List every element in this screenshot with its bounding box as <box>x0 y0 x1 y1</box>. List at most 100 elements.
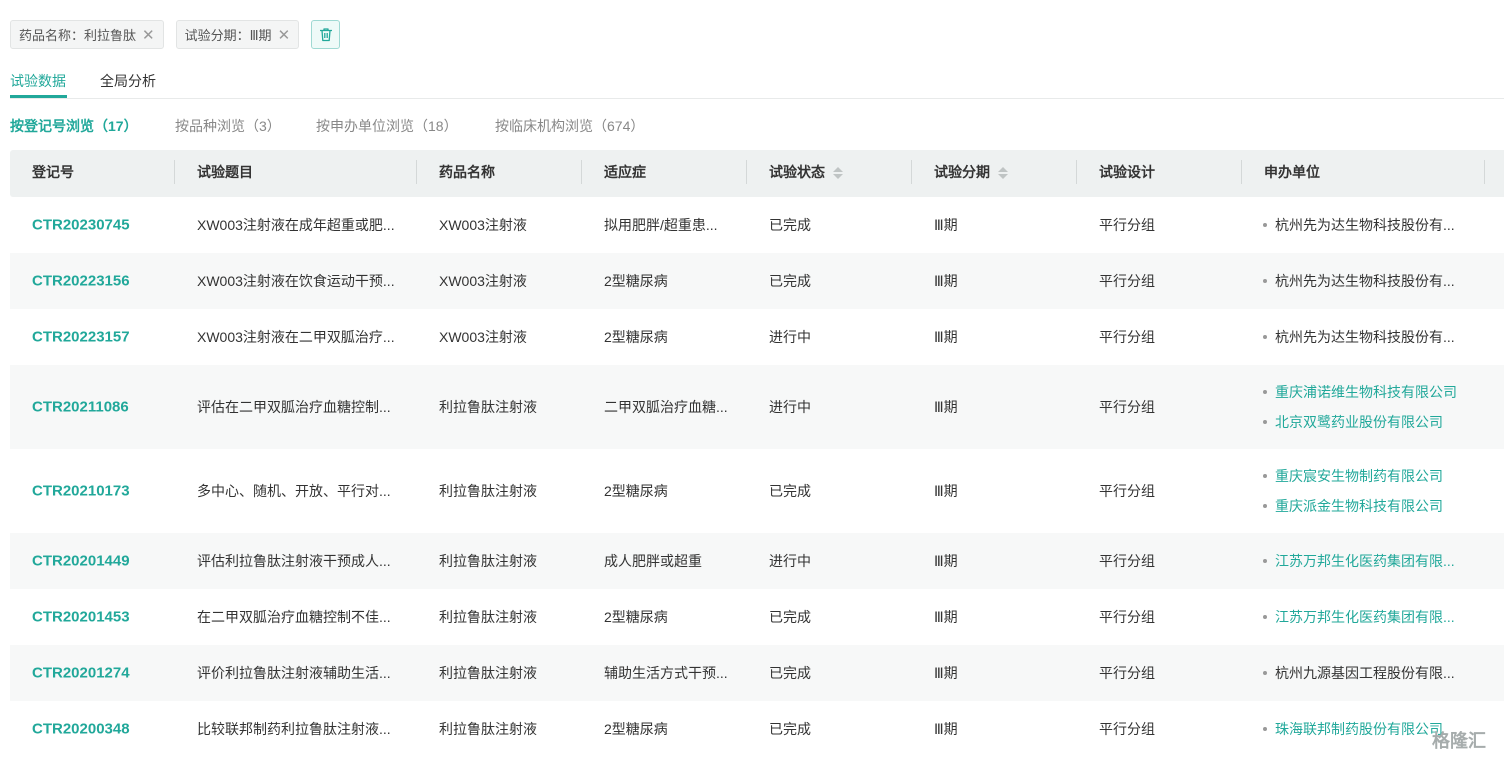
cell-indication: 2型糖尿病 <box>604 329 668 345</box>
filter-chip-label: 试验分期：Ⅲ期 <box>184 28 272 43</box>
header-drug: 药品名称 <box>439 164 495 180</box>
filter-bar: 药品名称：利拉鲁肽 ✕ 试验分期：Ⅲ期 ✕ <box>10 20 341 49</box>
cell-sponsors: 珠海联邦制药股份有限公司 <box>1263 719 1443 739</box>
cell-design: 平行分组 <box>1099 609 1155 625</box>
cell-drug: 利拉鲁肽注射液 <box>439 399 537 415</box>
cell-status: 进行中 <box>769 399 811 415</box>
cell-title: 比较联邦制药利拉鲁肽注射液... <box>197 721 391 737</box>
cell-reg-no-link[interactable]: CTR20201449 <box>32 553 130 570</box>
cell-indication: 拟用肥胖/超重患... <box>604 217 718 233</box>
cell-drug: 利拉鲁肽注射液 <box>439 665 537 681</box>
cell-design: 平行分组 <box>1099 273 1155 289</box>
cell-indication: 2型糖尿病 <box>604 273 668 289</box>
header-reg-no: 登记号 <box>32 164 74 180</box>
cell-sponsors: 杭州九源基因工程股份有限... <box>1263 663 1455 683</box>
cell-status: 已完成 <box>769 609 811 625</box>
cell-reg-no-link[interactable]: CTR20200348 <box>32 721 130 738</box>
subtab-by-sponsor[interactable]: 按申办单位浏览（18） <box>316 116 458 136</box>
cell-phase: Ⅲ期 <box>934 217 958 233</box>
table-row[interactable]: CTR20223157 XW003注射液在二甲双胍治疗... XW003注射液 2型糖… <box>10 309 1504 365</box>
table-row[interactable]: CTR20210173 多中心、随机、开放、平行对... 利拉鲁肽注射液 2型糖尿病 已… <box>10 449 1504 533</box>
cell-reg-no-link[interactable]: CTR20201274 <box>32 665 130 682</box>
table-body: CTR20230745 XW003注射液在成年超重或肥... XW003注射液 拟用肥… <box>10 197 1504 757</box>
column-divider <box>1241 160 1242 184</box>
sponsor-link[interactable]: 重庆浦诺维生物科技有限公司 <box>1263 382 1457 402</box>
cell-indication: 2型糖尿病 <box>604 483 668 499</box>
table-row[interactable]: CTR20223156 XW003注射液在饮食运动干预... XW003注射液 2型糖… <box>10 253 1504 309</box>
subtab-by-reg-no[interactable]: 按登记号浏览（17） <box>10 116 138 136</box>
table-row[interactable]: CTR20201453 在二甲双胍治疗血糖控制不佳... 利拉鲁肽注射液 2型糖尿病 已… <box>10 589 1504 645</box>
tab-trial-data[interactable]: 试验数据 <box>10 71 66 91</box>
filter-chip-phase[interactable]: 试验分期：Ⅲ期 ✕ <box>175 20 300 49</box>
cell-reg-no-link[interactable]: CTR20223157 <box>32 329 130 346</box>
cell-reg-no-link[interactable]: CTR20230745 <box>32 217 130 234</box>
tab-global-analysis[interactable]: 全局分析 <box>100 71 156 91</box>
subtab-by-institution[interactable]: 按临床机构浏览（674） <box>495 116 644 136</box>
cell-title: XW003注射液在饮食运动干预... <box>197 273 395 289</box>
cell-status: 已完成 <box>769 273 811 289</box>
column-divider <box>746 160 747 184</box>
cell-design: 平行分组 <box>1099 329 1155 345</box>
cell-design: 平行分组 <box>1099 217 1155 233</box>
sponsor-link[interactable]: 江苏万邦生化医药集团有限... <box>1263 607 1455 627</box>
sponsor-name: 杭州先为达生物科技股份有... <box>1263 215 1455 235</box>
header-status-label: 试验状态 <box>769 164 825 180</box>
sponsor-link[interactable]: 重庆派金生物科技有限公司 <box>1263 496 1443 516</box>
cell-status: 进行中 <box>769 553 811 569</box>
cell-design: 平行分组 <box>1099 665 1155 681</box>
cell-drug: 利拉鲁肽注射液 <box>439 553 537 569</box>
sort-icon[interactable] <box>833 165 843 181</box>
cell-phase: Ⅲ期 <box>934 721 958 737</box>
table-row[interactable]: CTR20201449 评估利拉鲁肽注射液干预成人... 利拉鲁肽注射液 成人肥胖或超… <box>10 533 1504 589</box>
clear-filters-button[interactable] <box>311 20 341 49</box>
sponsor-link[interactable]: 北京双鹭药业股份有限公司 <box>1263 412 1457 432</box>
cell-design: 平行分组 <box>1099 721 1155 737</box>
cell-drug: 利拉鲁肽注射液 <box>439 483 537 499</box>
cell-drug: 利拉鲁肽注射液 <box>439 609 537 625</box>
sort-icon[interactable] <box>998 165 1008 181</box>
column-divider <box>1076 160 1077 184</box>
sponsor-name: 杭州先为达生物科技股份有... <box>1263 327 1455 347</box>
cell-reg-no-link[interactable]: CTR20223156 <box>32 273 130 290</box>
cell-phase: Ⅲ期 <box>934 665 958 681</box>
cell-phase: Ⅲ期 <box>934 483 958 499</box>
filter-chip-label: 药品名称：利拉鲁肽 <box>19 28 137 43</box>
header-phase[interactable]: 试验分期 <box>934 150 1008 197</box>
filter-chip-drug-name[interactable]: 药品名称：利拉鲁肽 ✕ <box>10 20 164 49</box>
table-row[interactable]: CTR20211086 评估在二甲双胍治疗血糖控制... 利拉鲁肽注射液 二甲双胍治疗… <box>10 365 1504 449</box>
header-status[interactable]: 试验状态 <box>769 150 843 197</box>
sponsor-name: 杭州九源基因工程股份有限... <box>1263 663 1455 683</box>
header-title: 试验题目 <box>197 164 253 180</box>
sponsor-link[interactable]: 重庆宸安生物制药有限公司 <box>1263 466 1443 486</box>
cell-reg-no-link[interactable]: CTR20211086 <box>32 399 129 416</box>
header-design: 试验设计 <box>1099 164 1155 180</box>
cell-title: 评价利拉鲁肽注射液辅助生活... <box>197 665 391 681</box>
cell-indication: 2型糖尿病 <box>604 721 668 737</box>
close-icon[interactable]: ✕ <box>142 26 155 44</box>
cell-sponsors: 杭州先为达生物科技股份有... <box>1263 327 1455 347</box>
subtab-by-variety[interactable]: 按品种浏览（3） <box>175 116 281 136</box>
table-row[interactable]: CTR20201274 评价利拉鲁肽注射液辅助生活... 利拉鲁肽注射液 辅助生活方式… <box>10 645 1504 701</box>
cell-indication: 二甲双胍治疗血糖... <box>604 399 728 415</box>
cell-sponsors: 江苏万邦生化医药集团有限... <box>1263 551 1455 571</box>
cell-indication: 2型糖尿病 <box>604 609 668 625</box>
cell-indication: 辅助生活方式干预... <box>604 665 728 681</box>
column-divider <box>174 160 175 184</box>
cell-reg-no-link[interactable]: CTR20210173 <box>32 483 130 500</box>
sponsor-link[interactable]: 珠海联邦制药股份有限公司 <box>1263 719 1443 739</box>
sponsor-name: 杭州先为达生物科技股份有... <box>1263 271 1455 291</box>
cell-phase: Ⅲ期 <box>934 329 958 345</box>
cell-drug: XW003注射液 <box>439 217 527 233</box>
table-row[interactable]: CTR20230745 XW003注射液在成年超重或肥... XW003注射液 拟用肥… <box>10 197 1504 253</box>
sponsor-link[interactable]: 江苏万邦生化医药集团有限... <box>1263 551 1455 571</box>
column-divider <box>911 160 912 184</box>
cell-phase: Ⅲ期 <box>934 399 958 415</box>
close-icon[interactable]: ✕ <box>278 26 291 44</box>
cell-title: 多中心、随机、开放、平行对... <box>197 483 391 499</box>
cell-status: 已完成 <box>769 665 811 681</box>
cell-phase: Ⅲ期 <box>934 609 958 625</box>
cell-title: 评估利拉鲁肽注射液干预成人... <box>197 553 391 569</box>
table-row[interactable]: CTR20200348 比较联邦制药利拉鲁肽注射液... 利拉鲁肽注射液 2型糖尿病 已… <box>10 701 1504 757</box>
cell-design: 平行分组 <box>1099 399 1155 415</box>
cell-reg-no-link[interactable]: CTR20201453 <box>32 609 130 626</box>
